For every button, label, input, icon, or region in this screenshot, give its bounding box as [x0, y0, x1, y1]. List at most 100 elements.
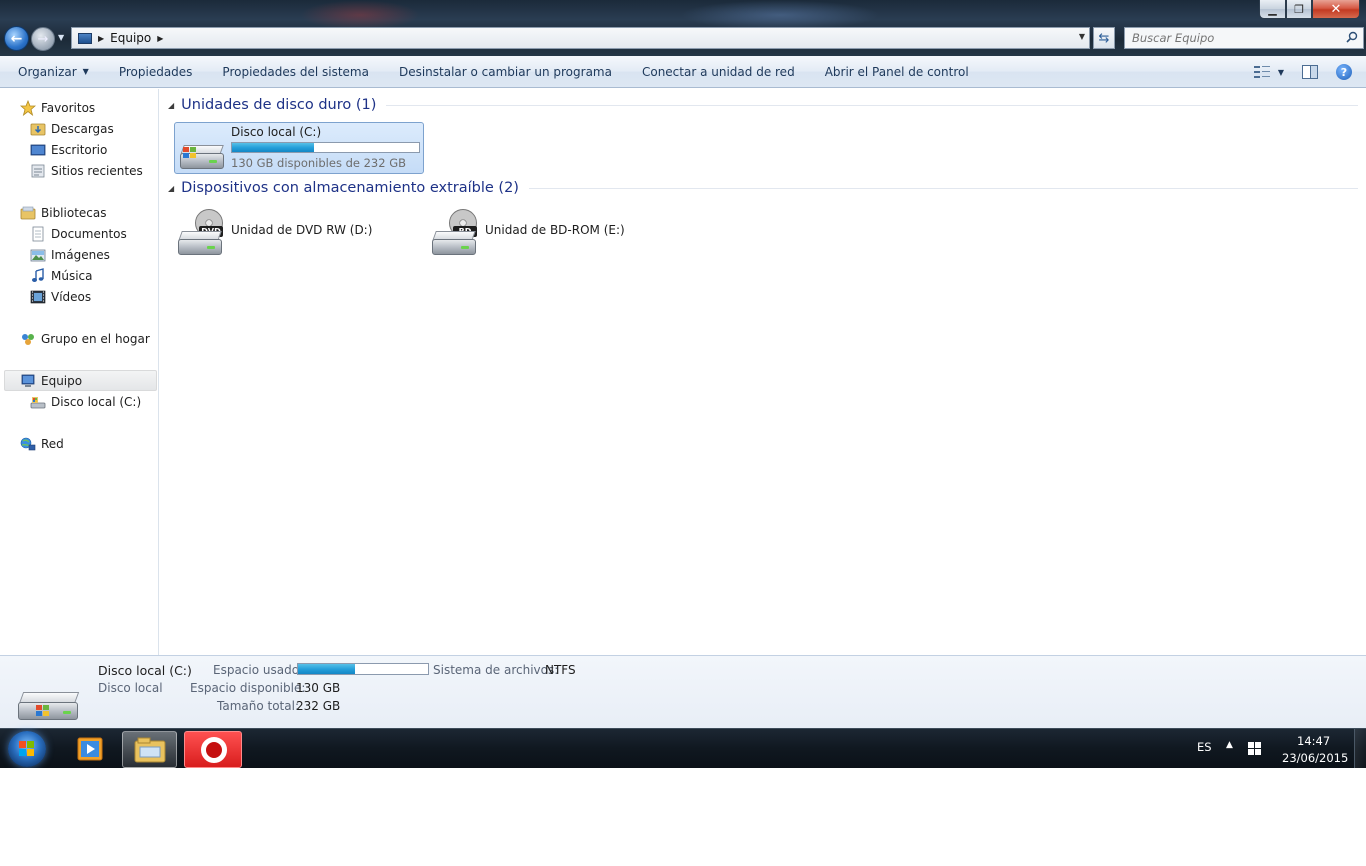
nav-item-musica[interactable]: Música — [30, 265, 93, 286]
show-hidden-icons-icon[interactable]: ▲ — [1226, 740, 1233, 750]
star-icon — [20, 99, 36, 116]
details-total-label: Tamaño total: — [217, 699, 299, 713]
libraries-icon — [20, 206, 36, 219]
refresh-button[interactable]: ⇆ — [1093, 27, 1115, 49]
nav-item-disco-local-c[interactable]: Disco local (C:) — [30, 391, 141, 412]
drive-free-text: 130 GB disponibles de 232 GB — [231, 156, 407, 170]
taskbar-opera[interactable] — [184, 731, 242, 768]
windows-logo-icon — [183, 147, 197, 159]
details-usage-bar — [297, 663, 429, 675]
nav-network[interactable]: Red — [20, 433, 64, 454]
nav-item-documentos[interactable]: Documentos — [30, 223, 127, 244]
search-box[interactable] — [1124, 27, 1364, 49]
change-view-button[interactable]: ▼ — [1253, 65, 1284, 79]
minimize-button[interactable]: ▁ — [1259, 0, 1286, 19]
collapse-triangle-icon[interactable]: ◢ — [168, 184, 174, 193]
local-disk-large-icon — [18, 686, 80, 720]
drive-usage-fill — [232, 143, 315, 152]
arrow-right-icon: → — [37, 31, 49, 47]
nav-favorites[interactable]: Favoritos — [20, 97, 95, 118]
chevron-right-icon[interactable]: ▶ — [157, 34, 163, 43]
open-control-panel-button[interactable]: Abrir el Panel de control — [810, 56, 984, 88]
desktop-icon — [30, 144, 46, 155]
forward-button[interactable]: → — [31, 27, 55, 51]
uninstall-program-button[interactable]: Desinstalar o cambiar un programa — [384, 56, 627, 88]
taskbar-explorer[interactable] — [122, 731, 177, 768]
computer-icon — [78, 32, 92, 44]
nav-item-sitios-recientes[interactable]: Sitios recientes — [30, 160, 143, 181]
details-pane: Disco local (C:) Disco local Espacio usa… — [0, 655, 1366, 728]
close-button[interactable]: ✕ — [1312, 0, 1360, 19]
nav-item-videos[interactable]: Vídeos — [30, 286, 91, 307]
system-properties-button[interactable]: Propiedades del sistema — [207, 56, 384, 88]
nav-favorites-label: Favoritos — [41, 100, 96, 115]
group-header-label: Unidades de disco duro (1) — [181, 97, 377, 113]
help-icon[interactable]: ? — [1336, 64, 1352, 80]
preview-pane-icon[interactable] — [1302, 65, 1318, 79]
blank-area — [0, 768, 1366, 866]
computer-icon — [21, 374, 35, 387]
nav-item-escritorio[interactable]: Escritorio — [30, 139, 107, 160]
details-total-value: 232 GB — [296, 699, 341, 713]
group-removable[interactable]: ◢ Dispositivos con almacenamiento extraí… — [168, 180, 1358, 196]
nav-computer[interactable]: Equipo — [4, 370, 157, 391]
local-disk-icon — [180, 137, 226, 169]
clock-date[interactable]: 23/06/2015 — [1282, 751, 1348, 765]
nav-libraries-label: Bibliotecas — [41, 205, 107, 220]
show-desktop-button[interactable] — [1354, 729, 1366, 769]
chevron-right-icon[interactable]: ▶ — [98, 34, 104, 43]
caret-down-icon: ▼ — [1277, 67, 1284, 77]
arrow-left-icon: ← — [10, 30, 23, 47]
start-button[interactable] — [8, 731, 46, 767]
nav-network-label: Red — [41, 436, 64, 451]
collapse-triangle-icon[interactable]: ◢ — [168, 101, 174, 110]
breadcrumb-equipo[interactable]: Equipo — [110, 31, 151, 45]
media-player-icon — [77, 737, 103, 761]
navigation-pane: Favoritos Descargas Escritorio Sitios re… — [0, 89, 159, 655]
map-network-drive-button[interactable]: Conectar a unidad de red — [627, 56, 810, 88]
action-center-flag-icon[interactable] — [1248, 742, 1262, 756]
details-free-value: 130 GB — [296, 681, 341, 695]
language-indicator[interactable]: ES — [1197, 740, 1212, 754]
nav-item-imagenes[interactable]: Imágenes — [30, 244, 110, 265]
nav-item-label: Descargas — [51, 121, 114, 136]
drive-tile-c[interactable]: Disco local (C:) 130 GB disponibles de 2… — [174, 122, 424, 174]
organize-menu[interactable]: Organizar ▼ — [0, 56, 104, 88]
bd-drive-icon: BD — [432, 209, 480, 255]
homegroup-icon — [22, 333, 34, 345]
drive-name: Unidad de DVD RW (D:) — [231, 223, 373, 237]
maximize-button[interactable]: ❐ — [1286, 0, 1312, 19]
drive-name: Disco local (C:) — [231, 125, 322, 139]
drive-name: Unidad de BD-ROM (E:) — [485, 223, 625, 237]
address-dropdown-icon[interactable]: ▼ — [1079, 32, 1085, 41]
drive-tile-d[interactable]: DVD Unidad de DVD RW (D:) — [174, 205, 414, 257]
details-usage-fill — [298, 664, 356, 674]
nav-item-label: Escritorio — [51, 142, 108, 157]
recent-pages-dropdown[interactable]: ▼ — [58, 33, 64, 42]
window-controls: ▁ ❐ ✕ — [1259, 0, 1360, 20]
view-options-icon — [1253, 65, 1270, 79]
group-hard-drives[interactable]: ◢ Unidades de disco duro (1) — [168, 97, 1358, 113]
content-area: ◢ Unidades de disco duro (1) Disco local… — [160, 89, 1366, 655]
nav-item-descargas[interactable]: Descargas — [30, 118, 114, 139]
group-header-label: Dispositivos con almacenamiento extraíbl… — [181, 180, 519, 196]
address-bar[interactable]: ▶ Equipo ▶ ▼ — [71, 27, 1090, 49]
music-icon — [32, 267, 44, 282]
organize-label: Organizar — [18, 64, 77, 79]
nav-homegroup-label: Grupo en el hogar — [41, 331, 150, 346]
taskbar-media-player[interactable] — [66, 731, 121, 768]
opera-icon — [201, 737, 227, 763]
clock-time[interactable]: 14:47 — [1297, 734, 1330, 748]
documents-icon — [32, 226, 44, 241]
drive-tile-e[interactable]: BD Unidad de BD-ROM (E:) — [428, 205, 668, 257]
details-used-label: Espacio usado: — [213, 663, 304, 677]
nav-libraries[interactable]: Bibliotecas — [20, 202, 106, 223]
nav-item-label: Vídeos — [51, 289, 92, 304]
windows-logo-icon — [19, 741, 35, 757]
nav-item-label: Música — [51, 268, 93, 283]
properties-button[interactable]: Propiedades — [104, 56, 208, 88]
nav-homegroup[interactable]: Grupo en el hogar — [20, 328, 150, 349]
search-icon[interactable] — [1346, 31, 1358, 43]
back-button[interactable]: ← — [4, 26, 29, 51]
search-input[interactable] — [1132, 31, 1332, 45]
